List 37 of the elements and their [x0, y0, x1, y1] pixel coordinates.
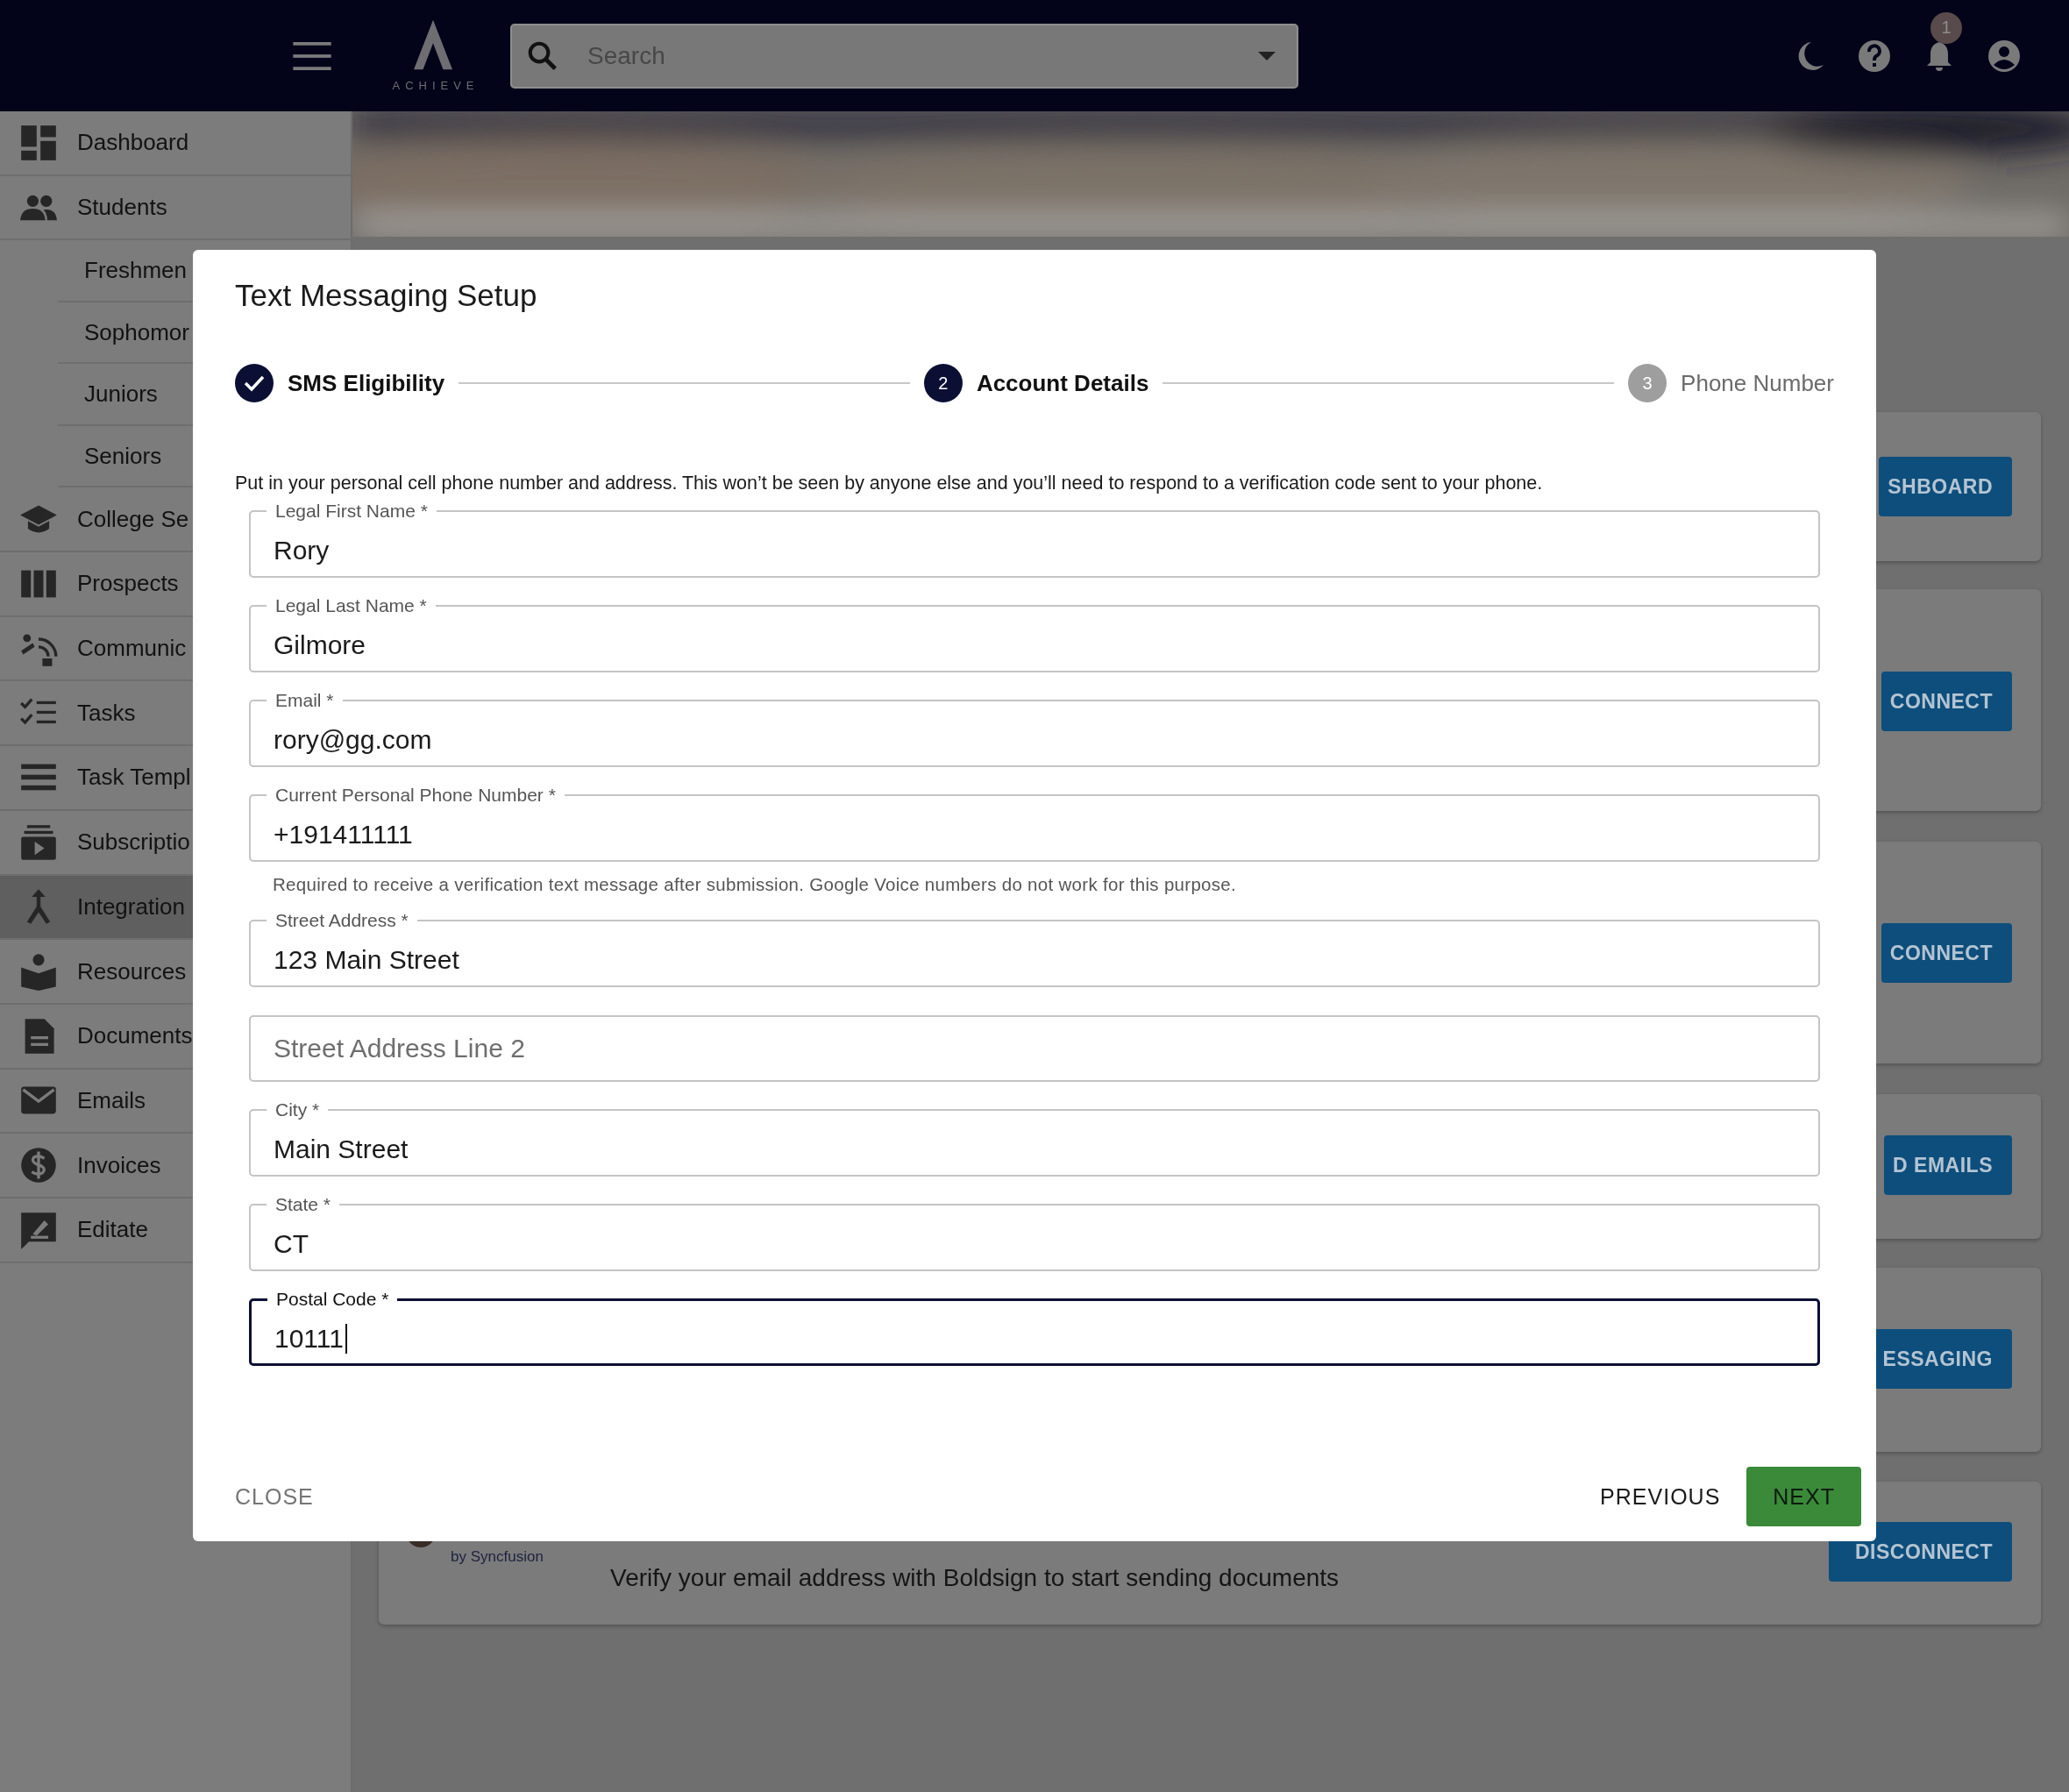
step-label: Account Details	[976, 369, 1149, 397]
notification-badge: 1	[1930, 11, 1962, 44]
step-number: 2	[923, 364, 963, 402]
subscription-icon	[19, 822, 58, 862]
previous-button[interactable]: PREVIOUS	[1588, 1469, 1733, 1524]
next-button[interactable]: NEXT	[1746, 1467, 1861, 1526]
integration-button[interactable]: CONNECT	[1881, 923, 2012, 983]
logo-text: ACHIEVE	[391, 79, 480, 92]
text-cursor	[345, 1324, 347, 1354]
step-number: 3	[1628, 364, 1667, 402]
integration-button[interactable]: DISCONNECT	[1828, 1522, 2012, 1582]
integration-button[interactable]: D EMAILS	[1884, 1135, 2012, 1195]
caret-icon[interactable]	[1258, 51, 1276, 60]
field-label: City *	[274, 1099, 321, 1121]
dialog-title: Text Messaging Setup	[235, 278, 538, 313]
field-value: CT	[274, 1229, 309, 1259]
step-label: SMS Eligibility	[288, 369, 445, 397]
field-label: Postal Code *	[275, 1288, 390, 1311]
step-label: Phone Number	[1681, 369, 1834, 397]
help-icon[interactable]	[1857, 38, 1892, 74]
text-field[interactable]: Street Address Line 2	[249, 1015, 1820, 1082]
menu-icon[interactable]	[293, 41, 331, 70]
sidebar-item[interactable]: Students	[0, 175, 351, 241]
integration-button[interactable]: SHBOARD	[1879, 457, 2012, 516]
book-reader-icon	[19, 952, 58, 992]
account-icon[interactable]	[1987, 38, 2022, 74]
integration-button[interactable]: CONNECT	[1881, 672, 2012, 731]
close-button[interactable]: CLOSE	[223, 1469, 326, 1524]
integration-description: Verify your email address with Boldsign to start sending documents	[610, 1564, 1340, 1592]
logo-caption: by Syncfusion	[451, 1548, 544, 1566]
dashboard-icon	[19, 123, 58, 162]
logo-icon	[414, 19, 452, 70]
field-value: 10111	[274, 1324, 344, 1354]
dollar-icon	[19, 1146, 58, 1185]
sidebar-item[interactable]: Dashboard	[0, 111, 351, 176]
field-label: Email *	[274, 689, 335, 712]
integration-button[interactable]: ESSAGING	[1873, 1329, 2012, 1389]
